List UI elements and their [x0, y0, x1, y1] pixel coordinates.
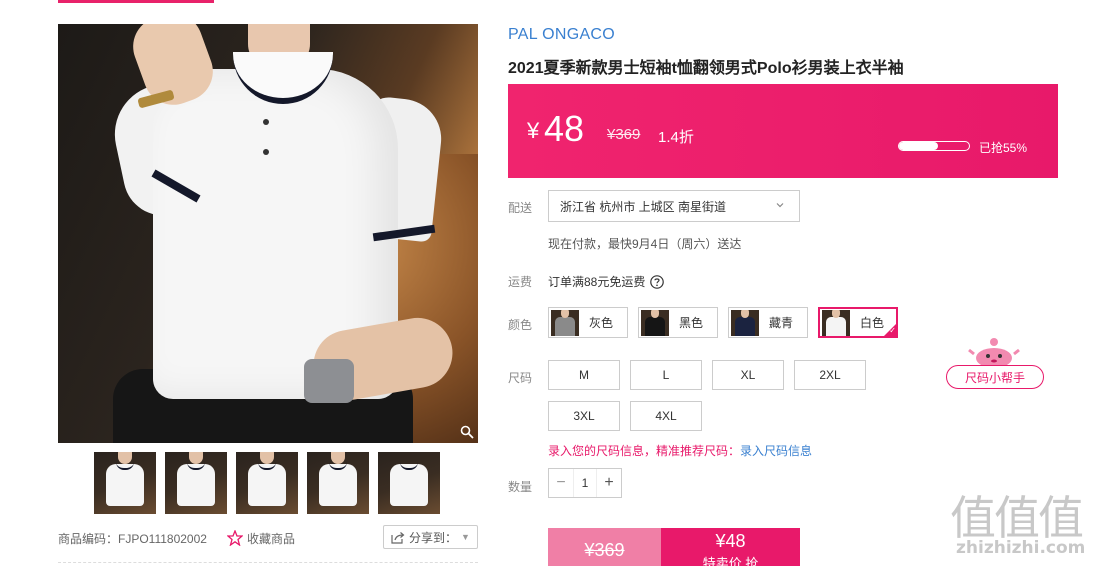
- size-helper-label: 尺码小帮手: [946, 365, 1044, 389]
- color-swatch: [822, 309, 850, 336]
- sold-progress-label: 已抢55%: [979, 141, 1028, 155]
- sale-label: 特卖价 抢: [702, 556, 759, 566]
- buy-bar: ¥369 ¥48 特卖价 抢: [548, 528, 800, 566]
- caret-down-icon: ▼: [461, 532, 470, 542]
- size-option[interactable]: XL: [712, 360, 784, 390]
- delivery-estimate: 现在付款，最快9月4日（周六）送达: [548, 237, 742, 251]
- size-option[interactable]: 3XL: [548, 401, 620, 431]
- thumbnail-strip: [94, 452, 440, 514]
- size-helper-button[interactable]: 尺码小帮手: [946, 336, 1044, 392]
- thumbnail[interactable]: [94, 452, 156, 514]
- address-select[interactable]: 浙江省 杭州市 上城区 南星街道: [548, 190, 800, 222]
- size-tip-text: 录入您的尺码信息，精准推荐尺码：: [548, 444, 741, 458]
- product-title: 2021夏季新款男士短袖t恤翻领男式Polo衫男装上衣半袖: [508, 60, 904, 77]
- zoom-icon[interactable]: [460, 425, 474, 439]
- quantity-label: 数量: [508, 480, 533, 494]
- price-banner: ¥ 48 ¥369 1.4折 已抢55%: [508, 84, 1058, 178]
- star-icon: [226, 530, 243, 546]
- delivery-label: 配送: [508, 201, 533, 215]
- discount-rate: 1.4折: [658, 129, 694, 146]
- buy-now-button[interactable]: ¥48 特卖价 抢: [661, 528, 800, 566]
- color-option[interactable]: 白色: [818, 307, 898, 338]
- color-swatch: [641, 309, 669, 336]
- color-option[interactable]: 灰色: [548, 307, 628, 338]
- color-swatch: [551, 309, 579, 336]
- quantity-stepper: − +: [548, 468, 622, 498]
- watermark-site: zhizhizhi.com: [956, 538, 1086, 558]
- share-label: 分享到：: [409, 530, 458, 545]
- color-option-label: 白色: [860, 316, 885, 330]
- size-option[interactable]: 2XL: [794, 360, 866, 390]
- watermark-logo: 值值值: [950, 491, 1084, 545]
- help-icon[interactable]: [650, 274, 665, 289]
- thumbnail[interactable]: [307, 452, 369, 514]
- chevron-down-icon: [776, 203, 784, 208]
- increment-button[interactable]: +: [597, 469, 621, 497]
- sku-code: 商品编码：FJPO111802002: [58, 531, 207, 546]
- color-label: 颜色: [508, 318, 533, 332]
- size-option[interactable]: 4XL: [630, 401, 702, 431]
- current-price: 48: [544, 108, 585, 149]
- shirt-button: [263, 149, 269, 155]
- sold-progress-fill: [899, 142, 938, 150]
- divider: [58, 562, 478, 563]
- mascot-icon: [968, 338, 1020, 368]
- selected-check-icon: [883, 323, 897, 337]
- thumbnail[interactable]: [378, 452, 440, 514]
- size-recommend-tip: 录入您的尺码信息，精准推荐尺码：录入尺码信息: [548, 442, 812, 459]
- sale-price: ¥48: [715, 531, 746, 551]
- shipping-text: 订单满88元免运费: [548, 275, 646, 289]
- favorite-button[interactable]: 收藏商品: [226, 530, 295, 547]
- shipping-label: 运费: [508, 275, 533, 289]
- color-option[interactable]: 黑色: [638, 307, 718, 338]
- favorite-label: 收藏商品: [246, 531, 295, 546]
- quantity-input[interactable]: [573, 469, 597, 497]
- thumbnail[interactable]: [236, 452, 298, 514]
- size-option[interactable]: M: [548, 360, 620, 390]
- share-button[interactable]: 分享到： ▼: [383, 525, 478, 549]
- site-watermark: 值值值 zhizhizhi.com: [946, 480, 1091, 560]
- share-icon: [391, 531, 405, 544]
- wrist-watch: [304, 359, 354, 403]
- decrement-button[interactable]: −: [549, 469, 573, 497]
- product-meta-row: 商品编码：FJPO111802002 收藏商品 分享到： ▼: [58, 525, 478, 549]
- color-option-label: 灰色: [589, 316, 614, 330]
- shirt-button: [263, 119, 269, 125]
- sold-progress-bar: [898, 141, 970, 151]
- top-accent-bar: [58, 0, 214, 3]
- color-option-label: 黑色: [679, 316, 704, 330]
- color-options: 灰色 黑色 藏青 白色: [548, 307, 898, 338]
- original-price-button[interactable]: ¥369: [548, 528, 661, 566]
- color-option-label: 藏青: [769, 316, 794, 330]
- color-option[interactable]: 藏青: [728, 307, 808, 338]
- shipping-info: 订单满88元免运费: [548, 273, 665, 290]
- currency-symbol: ¥: [527, 118, 540, 143]
- main-product-image[interactable]: [58, 24, 478, 443]
- size-options: M L XL 2XL 3XL 4XL: [548, 360, 878, 431]
- address-value: 浙江省 杭州市 上城区 南星街道: [560, 199, 727, 214]
- brand-name[interactable]: PAL ONGACO: [508, 26, 615, 44]
- color-swatch: [731, 309, 759, 336]
- size-label: 尺码: [508, 371, 533, 385]
- size-option[interactable]: L: [630, 360, 702, 390]
- size-tip-link[interactable]: 录入尺码信息: [740, 444, 812, 458]
- original-price: ¥369: [607, 126, 641, 143]
- thumbnail[interactable]: [165, 452, 227, 514]
